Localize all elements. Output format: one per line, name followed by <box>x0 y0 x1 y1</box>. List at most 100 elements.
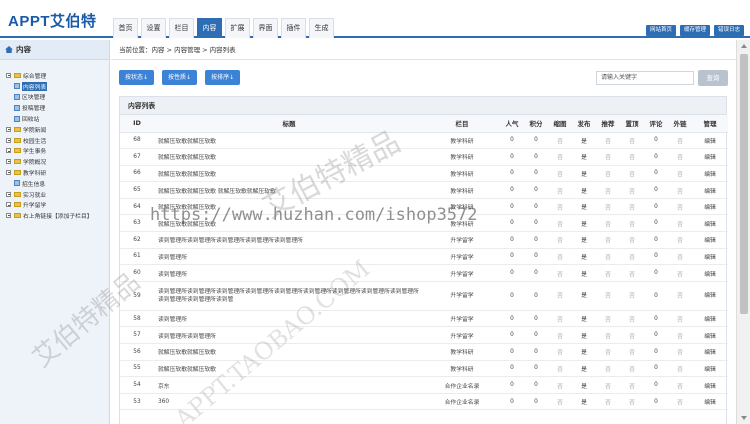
edit-link[interactable]: 编辑 <box>692 198 728 216</box>
edit-link[interactable]: 编辑 <box>692 360 728 378</box>
table-cell[interactable]: 就解压软歌就解压软歌 <box>154 165 424 183</box>
expand-toggle-icon[interactable] <box>6 137 11 143</box>
expand-toggle-icon[interactable] <box>6 170 11 176</box>
table-cell[interactable]: 京东 <box>154 376 424 394</box>
scroll-up-icon[interactable] <box>741 44 747 48</box>
table-cell[interactable]: 就解压软歌就解压软歌 <box>154 198 424 216</box>
tree-item[interactable]: 综合管理 <box>6 70 109 81</box>
nav-tab[interactable]: 设置 <box>141 18 166 38</box>
table-cell: 否 <box>596 343 620 361</box>
app-logo[interactable]: APPT艾伯特 <box>8 10 97 31</box>
folder-icon <box>14 126 21 132</box>
top-button[interactable]: 错误日志 <box>713 25 744 36</box>
edit-link[interactable]: 编辑 <box>692 281 728 311</box>
edit-link[interactable]: 编辑 <box>692 148 728 166</box>
filter-button[interactable]: 按状态↓ <box>119 70 155 85</box>
table-row[interactable]: 68 就解压软歌就解压软歌 教学科研 0 0 否是否否 0 否编辑 <box>120 132 728 150</box>
folder-icon <box>14 191 21 197</box>
edit-link[interactable]: 编辑 <box>692 310 728 328</box>
table-cell: 是 <box>572 148 596 166</box>
expand-toggle-icon[interactable] <box>6 126 11 132</box>
edit-link[interactable]: 编辑 <box>692 343 728 361</box>
filter-button[interactable]: 按排序↓ <box>205 70 241 85</box>
table-row[interactable]: 65 就解压软歌就解压软歌 就解压软歌就解压软歌 教学科研 0 0 否是否否 0 否编辑 <box>120 181 728 199</box>
table-cell[interactable]: 就解压软歌就解压软歌 <box>154 132 424 150</box>
search-input[interactable]: 请输入关键字 <box>596 71 694 85</box>
table-cell: 62 <box>120 231 154 249</box>
tree-item[interactable]: 实习就业 <box>6 189 109 200</box>
top-button[interactable]: 网站首页 <box>645 25 676 36</box>
edit-link[interactable]: 编辑 <box>692 165 728 183</box>
table-row[interactable]: 53 360 合作企业名录 0 0 否是否否 0 否编辑 <box>120 393 728 411</box>
nav-tab[interactable]: 内容 <box>197 18 222 38</box>
table-cell[interactable]: 就解压软歌就解压软歌 <box>154 148 424 166</box>
edit-link[interactable]: 编辑 <box>692 181 728 199</box>
search-button[interactable]: 查询 <box>698 70 728 86</box>
edit-link[interactable]: 编辑 <box>692 214 728 233</box>
nav-tab[interactable]: 界面 <box>253 18 278 38</box>
table-cell: 58 <box>120 310 154 328</box>
tree-item[interactable]: 学院概况 <box>6 156 109 167</box>
nav-tab[interactable]: 栏目 <box>169 18 194 38</box>
expand-toggle-icon[interactable] <box>6 72 11 78</box>
tree-item[interactable]: 投稿管理 <box>6 102 109 113</box>
vertical-scrollbar[interactable] <box>736 40 750 424</box>
edit-link[interactable]: 编辑 <box>692 248 728 266</box>
edit-link[interactable]: 编辑 <box>692 326 728 345</box>
table-cell: 0 <box>644 198 668 216</box>
expand-toggle-icon[interactable] <box>6 148 11 154</box>
edit-link[interactable]: 编辑 <box>692 264 728 282</box>
table-row[interactable]: 58 读到管理所 升学留学 0 0 否是否否 0 否编辑 <box>120 310 728 328</box>
table-cell[interactable]: 读到管理所读到管理所 <box>154 326 424 345</box>
tree-item[interactable]: 内容列表 <box>6 81 109 92</box>
scroll-down-icon[interactable] <box>741 416 747 420</box>
table-row[interactable]: 64 就解压软歌就解压软歌 教学科研 0 0 否是否否 0 否编辑 <box>120 198 728 216</box>
table-cell[interactable]: 读到管理所 <box>154 264 424 282</box>
table-row[interactable]: 62 读到管理所读到管理所读到管理所读到管理所读到管理所 升学留学 0 0 否是否否 0 否编… <box>120 231 728 249</box>
expand-toggle-icon[interactable] <box>6 191 11 197</box>
edit-link[interactable]: 编辑 <box>692 376 728 394</box>
expand-toggle-icon[interactable] <box>6 213 11 219</box>
table-cell[interactable]: 读到管理所读到管理所读到管理所读到管理所读到管理所读到管理所读到管理所读到管理所… <box>154 281 424 311</box>
tree-item-label: 区块管理 <box>22 95 46 102</box>
expand-toggle-icon[interactable] <box>6 159 11 165</box>
table-row[interactable]: 54 京东 合作企业名录 0 0 否是否否 0 否编辑 <box>120 376 728 394</box>
top-button[interactable]: 缓存管理 <box>679 25 710 36</box>
table-cell[interactable]: 就解压软歌就解压软歌 <box>154 360 424 378</box>
tree-item[interactable]: 右上角链接【添加子栏目】 <box>6 210 109 221</box>
table-row[interactable]: 67 就解压软歌就解压软歌 教学科研 0 0 否是否否 0 否编辑 <box>120 148 728 166</box>
nav-tab[interactable]: 生成 <box>309 18 334 38</box>
tree-item[interactable]: 升学留学 <box>6 200 109 211</box>
tree-item[interactable]: 校园生活 <box>6 135 109 146</box>
edit-link[interactable]: 编辑 <box>692 231 728 249</box>
table-row[interactable]: 66 就解压软歌就解压软歌 教学科研 0 0 否是否否 0 否编辑 <box>120 165 728 183</box>
nav-tab[interactable]: 首页 <box>113 18 138 38</box>
edit-link[interactable]: 编辑 <box>692 393 728 411</box>
edit-link[interactable]: 编辑 <box>692 132 728 150</box>
nav-tab[interactable]: 插件 <box>281 18 306 38</box>
table-cell[interactable]: 读到管理所读到管理所读到管理所读到管理所读到管理所 <box>154 231 424 249</box>
table-cell[interactable]: 360 <box>154 393 424 411</box>
tree-item[interactable]: 学生事务 <box>6 146 109 157</box>
table-row[interactable]: 55 就解压软歌就解压软歌 教学科研 0 0 否是否否 0 否编辑 <box>120 360 728 378</box>
table-cell[interactable]: 就解压软歌就解压软歌 <box>154 343 424 361</box>
tree-item[interactable]: 招生信息 <box>6 178 109 189</box>
table-row[interactable]: 60 读到管理所 升学留学 0 0 否是否否 0 否编辑 <box>120 264 728 282</box>
tree-item[interactable]: 学院新闻 <box>6 124 109 135</box>
scroll-thumb[interactable] <box>740 54 748 314</box>
table-cell[interactable]: 就解压软歌就解压软歌 <box>154 214 424 233</box>
filter-button[interactable]: 按性质↓ <box>162 70 198 85</box>
nav-tab[interactable]: 扩展 <box>225 18 250 38</box>
table-cell[interactable]: 读到管理所 <box>154 248 424 266</box>
table-row[interactable]: 59 读到管理所读到管理所读到管理所读到管理所读到管理所读到管理所读到管理所读到管… <box>120 281 728 311</box>
table-row[interactable]: 61 读到管理所 升学留学 0 0 否是否否 0 否编辑 <box>120 248 728 266</box>
table-row[interactable]: 63 就解压软歌就解压软歌 教学科研 0 0 否是否否 0 否编辑 <box>120 214 728 233</box>
table-cell[interactable]: 读到管理所 <box>154 310 424 328</box>
tree-item[interactable]: 区块管理 <box>6 92 109 103</box>
tree-item[interactable]: 教学科研 <box>6 167 109 178</box>
table-cell[interactable]: 就解压软歌就解压软歌 就解压软歌就解压软歌 <box>154 181 424 199</box>
tree-item[interactable]: 回收站 <box>6 113 109 124</box>
table-row[interactable]: 56 就解压软歌就解压软歌 教学科研 0 0 否是否否 0 否编辑 <box>120 343 728 361</box>
table-row[interactable]: 57 读到管理所读到管理所 升学留学 0 0 否是否否 0 否编辑 <box>120 326 728 345</box>
expand-toggle-icon[interactable] <box>6 202 11 208</box>
